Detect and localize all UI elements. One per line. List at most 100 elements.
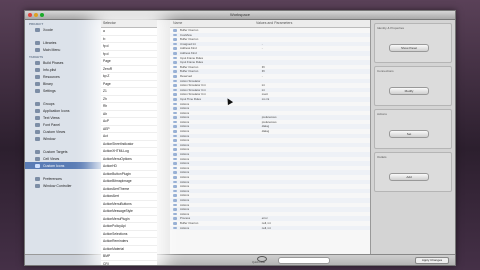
folder-icon — [35, 129, 40, 134]
sidebar-item[interactable]: Build Phases — [25, 59, 101, 66]
sidebar-item[interactable]: Preferences — [25, 175, 101, 182]
list-item[interactable]: Page — [101, 81, 157, 88]
inspector-button[interactable]: Show Panel — [389, 44, 429, 52]
folder-icon — [35, 67, 40, 72]
list-item[interactable]: fp:d — [101, 43, 157, 51]
list-item[interactable]: ActionBitmapImage — [101, 178, 157, 186]
list-item[interactable]: Ah — [101, 111, 157, 118]
list-item[interactable]: BMP — [101, 253, 157, 261]
inspector-section: Connections Modify — [374, 66, 452, 106]
list-item[interactable]: ActionHD — [101, 163, 157, 171]
list-item[interactable]: kp:Z — [101, 73, 157, 81]
list-item[interactable]: ActionMenuButtons — [101, 201, 157, 208]
folder-icon — [35, 40, 40, 45]
sidebar-item[interactable]: Cell Views — [25, 155, 101, 162]
inspector-button[interactable]: Add — [389, 173, 429, 181]
list-item[interactable]: b: — [101, 36, 157, 43]
sidebar-item[interactable]: Window Controller — [25, 182, 101, 189]
list-item[interactable]: CRI — [101, 261, 157, 266]
sidebar-item-label: Preferences — [43, 176, 62, 181]
list-item[interactable]: fp:d — [101, 51, 157, 58]
sidebar-item-label: Font Panel — [43, 122, 60, 127]
folder-icon — [35, 101, 40, 106]
quick-look-label: Quick Look — [252, 261, 265, 264]
sidebar-item-label: Window — [43, 136, 56, 141]
sidebar-item-label: Custom Targets — [43, 149, 68, 154]
sidebar-item[interactable]: Main Menu — [25, 46, 101, 53]
sidebar-item[interactable]: Info.plist — [25, 66, 101, 73]
title-bar[interactable]: Workspace — [25, 11, 455, 20]
list-item[interactable]: AcP — [101, 118, 157, 126]
inspector-button[interactable]: Modify — [389, 87, 429, 95]
sidebar-item[interactable]: Text Views — [25, 114, 101, 121]
inspector-section: Actions Set — [374, 109, 452, 149]
sidebar-item-label: Main Menu — [43, 47, 61, 52]
sidebar-item[interactable]: Window — [25, 135, 101, 142]
window-title: Workspace — [230, 12, 250, 17]
sidebar-item[interactable]: Resources — [25, 73, 101, 80]
column-header-values[interactable]: Values and Parameters — [253, 20, 292, 27]
list-item[interactable]: ActionSheetIndicator — [101, 141, 157, 148]
list-item[interactable]: ActionMessageStyle — [101, 208, 157, 216]
folder-icon — [35, 115, 40, 120]
selector-list: Selector a b: fp:d fp:d Page ZeroR kp:Z Page Z1 Z… — [101, 20, 157, 265]
sidebar-item-label: Info.plist — [43, 67, 57, 72]
sidebar-toolbar — [25, 254, 101, 265]
folder-icon — [35, 122, 40, 127]
folder-icon — [35, 156, 40, 161]
sidebar-item[interactable]: Settings — [25, 87, 101, 94]
inspector-button[interactable]: Set — [389, 130, 429, 138]
list-item[interactable]: ActionSelections — [101, 231, 157, 238]
folder-icon — [35, 136, 40, 141]
sidebar-item-label: Binary — [43, 81, 53, 86]
sidebar-item[interactable]: Application Icons — [25, 107, 101, 114]
sidebar-item[interactable]: Custom Targets — [25, 148, 101, 155]
folder-icon — [35, 74, 40, 79]
sidebar-item[interactable]: Xcode — [25, 26, 101, 33]
list-item[interactable]: ActionAlert — [101, 193, 157, 201]
folder-icon — [35, 183, 40, 188]
list-item[interactable]: ActionMenuOptions — [101, 156, 157, 163]
inspector-section: Identity & Properties Show Panel — [374, 23, 452, 63]
folder-icon — [35, 88, 40, 93]
list-item[interactable]: Page — [101, 58, 157, 66]
column-header-name[interactable]: Name — [170, 20, 253, 27]
sidebar-item[interactable]: Binary — [25, 80, 101, 87]
table-cell-value: null, int — [261, 225, 271, 230]
sidebar-item[interactable]: Custom Views — [25, 128, 101, 135]
sidebar-item[interactable]: Groups — [25, 100, 101, 107]
sidebar: PROJECT Xcode Libraries Main Menu TARGETS Bui… — [25, 20, 102, 265]
list-item[interactable]: ZeroR — [101, 66, 157, 73]
sidebar-item[interactable]: Libraries — [25, 39, 101, 46]
inspector-section-label: Connections — [377, 69, 394, 73]
list-item[interactable]: Act — [101, 133, 157, 141]
apply-button[interactable]: Apply Changes — [415, 257, 449, 264]
list-item[interactable]: AEP — [101, 126, 157, 133]
sidebar-item-label: Text Views — [43, 115, 60, 120]
folder-icon — [35, 176, 40, 181]
sidebar-item-label: Settings — [43, 88, 56, 93]
sidebar-item-label: Window Controller — [43, 183, 72, 188]
list-item[interactable]: ActionXHTMLLog — [101, 148, 157, 156]
sidebar-item-label: Build Phases — [43, 60, 64, 65]
list-item[interactable]: Zh — [101, 96, 157, 103]
list-item[interactable]: ActionButtonPlugin — [101, 171, 157, 178]
list-item[interactable]: Z1 — [101, 88, 157, 96]
list-item[interactable]: ActionPolicyApi — [101, 223, 157, 231]
list-item[interactable]: a — [101, 28, 157, 36]
inspector-section-label: Identity & Properties — [377, 26, 405, 30]
list-item[interactable]: ActionMaterial — [101, 246, 157, 253]
sidebar-item-label: Groups — [43, 101, 55, 106]
list-item[interactable]: ActionReminders — [101, 238, 157, 246]
search-field[interactable] — [278, 257, 330, 264]
sidebar-item[interactable]: Font Panel — [25, 121, 101, 128]
list-item[interactable]: ActionAlertTheme — [101, 186, 157, 193]
selector-list-header[interactable]: Selector — [101, 20, 157, 28]
folder-icon — [35, 60, 40, 65]
table-row[interactable]: Actions null, int — [170, 225, 370, 231]
app-window: Workspace PROJECT Xcode Libraries Main Menu… — [24, 10, 456, 266]
sidebar-item[interactable]: Custom Icons — [25, 162, 101, 169]
list-item[interactable]: Rh — [101, 103, 157, 111]
detail-table: Name Values and Parameters Buffer Overru… — [170, 20, 370, 255]
list-item[interactable]: ActionMenuPlugin — [101, 216, 157, 223]
